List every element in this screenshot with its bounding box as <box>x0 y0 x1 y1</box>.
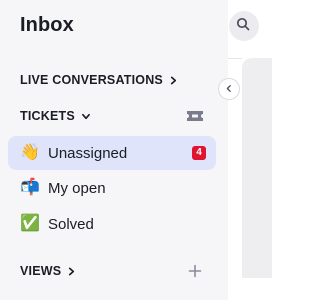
sidebar-item-label: Unassigned <box>48 144 128 162</box>
sidebar-item-label: Solved <box>48 215 94 233</box>
collapse-sidebar-button[interactable] <box>218 78 240 100</box>
divider <box>228 58 242 59</box>
main-content-edge <box>228 0 272 300</box>
ticket-icon[interactable] <box>186 109 204 123</box>
inbox-sidebar: Inbox LIVE CONVERSATIONS TICKETS 👋 Unass… <box>0 0 228 300</box>
unread-count-badge: 4 <box>192 146 206 160</box>
plus-icon[interactable] <box>188 264 202 278</box>
content-panel <box>242 58 272 278</box>
search-button[interactable] <box>229 11 259 41</box>
sidebar-item-unassigned[interactable]: 👋 Unassigned 4 <box>8 136 216 170</box>
chevron-down-icon <box>81 112 91 121</box>
chevron-left-icon <box>225 80 233 98</box>
waving-hand-icon: 👋 <box>20 144 40 161</box>
chevron-right-icon <box>169 76 178 85</box>
tickets-label: TICKETS <box>20 109 75 123</box>
chevron-right-icon <box>67 267 76 276</box>
sidebar-item-my-open[interactable]: 📬 My open <box>8 171 216 205</box>
check-mark-icon: ✅ <box>20 215 40 232</box>
views-label: VIEWS <box>20 264 62 278</box>
page-title: Inbox <box>20 14 74 36</box>
search-icon <box>236 17 250 36</box>
mailbox-icon: 📬 <box>20 179 40 196</box>
sidebar-item-label: My open <box>48 179 106 197</box>
tickets-header[interactable]: TICKETS <box>20 107 91 125</box>
live-conversations-header[interactable]: LIVE CONVERSATIONS <box>20 71 178 89</box>
live-conversations-label: LIVE CONVERSATIONS <box>20 73 163 87</box>
sidebar-item-solved[interactable]: ✅ Solved <box>8 207 216 241</box>
views-header[interactable]: VIEWS <box>20 262 76 280</box>
